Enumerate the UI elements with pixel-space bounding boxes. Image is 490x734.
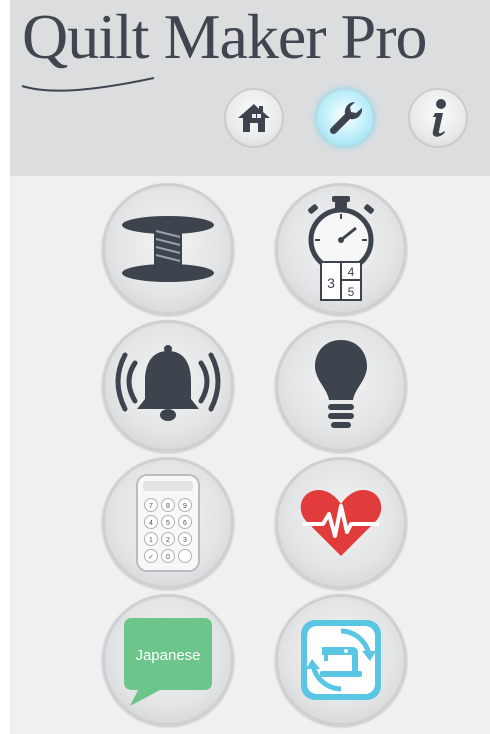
bell-icon (115, 345, 221, 421)
keypad-key-label: 2 (166, 537, 170, 544)
keypad-key-label: 8 (166, 503, 170, 510)
wrench-icon (329, 101, 363, 135)
keypad-key-label: ✓ (148, 554, 154, 561)
bobbin-icon (122, 216, 214, 282)
speech-bubble-icon: Japanese (124, 618, 212, 706)
keypad-key-label: 6 (183, 520, 187, 527)
info-button[interactable] (408, 88, 468, 148)
machine-sync-button[interactable] (275, 594, 407, 726)
keypad-icon: 7 8 9 4 5 6 1 2 3 ✓ 0 (136, 474, 200, 572)
app-frame: Quilt Maker Pro 3 4 5 7 8 9 4 5 6 1 2 3 … (10, 0, 490, 734)
timer-digit-4: 4 (348, 265, 355, 279)
lightbulb-icon (315, 340, 367, 428)
heart-rate-icon (300, 490, 382, 556)
keypad-key (178, 549, 192, 563)
app-title: Quilt Maker Pro (22, 1, 427, 72)
bobbin-button[interactable] (102, 183, 234, 315)
language-label: Japanese (135, 647, 200, 664)
keypad-key-label: 4 (149, 520, 153, 527)
keypad-key-label: 0 (166, 554, 170, 561)
info-icon (432, 99, 446, 137)
sewing-machine-sync-icon (301, 620, 381, 700)
keypad-button[interactable]: 7 8 9 4 5 6 1 2 3 ✓ 0 (102, 457, 234, 589)
settings-button[interactable] (315, 88, 375, 148)
header: Quilt Maker Pro (10, 0, 490, 176)
home-button[interactable] (224, 88, 284, 148)
keypad-key-label: 3 (183, 537, 187, 544)
light-button[interactable] (275, 320, 407, 452)
keypad-key-label: 9 (183, 503, 187, 510)
health-button[interactable] (275, 457, 407, 589)
keypad-key-label: 7 (149, 503, 153, 510)
timer-digit-3: 3 (327, 275, 335, 291)
keypad-key-label: 1 (149, 537, 153, 544)
alarm-button[interactable] (102, 320, 234, 452)
title-swash-icon (21, 77, 155, 92)
stopwatch-icon: 3 4 5 (308, 196, 374, 301)
stitch-timer-button[interactable]: 3 4 5 (275, 183, 407, 315)
keypad-key-label: 5 (166, 520, 170, 527)
home-icon (238, 104, 270, 132)
timer-digit-5: 5 (348, 285, 355, 299)
language-button[interactable]: Japanese (102, 594, 234, 726)
